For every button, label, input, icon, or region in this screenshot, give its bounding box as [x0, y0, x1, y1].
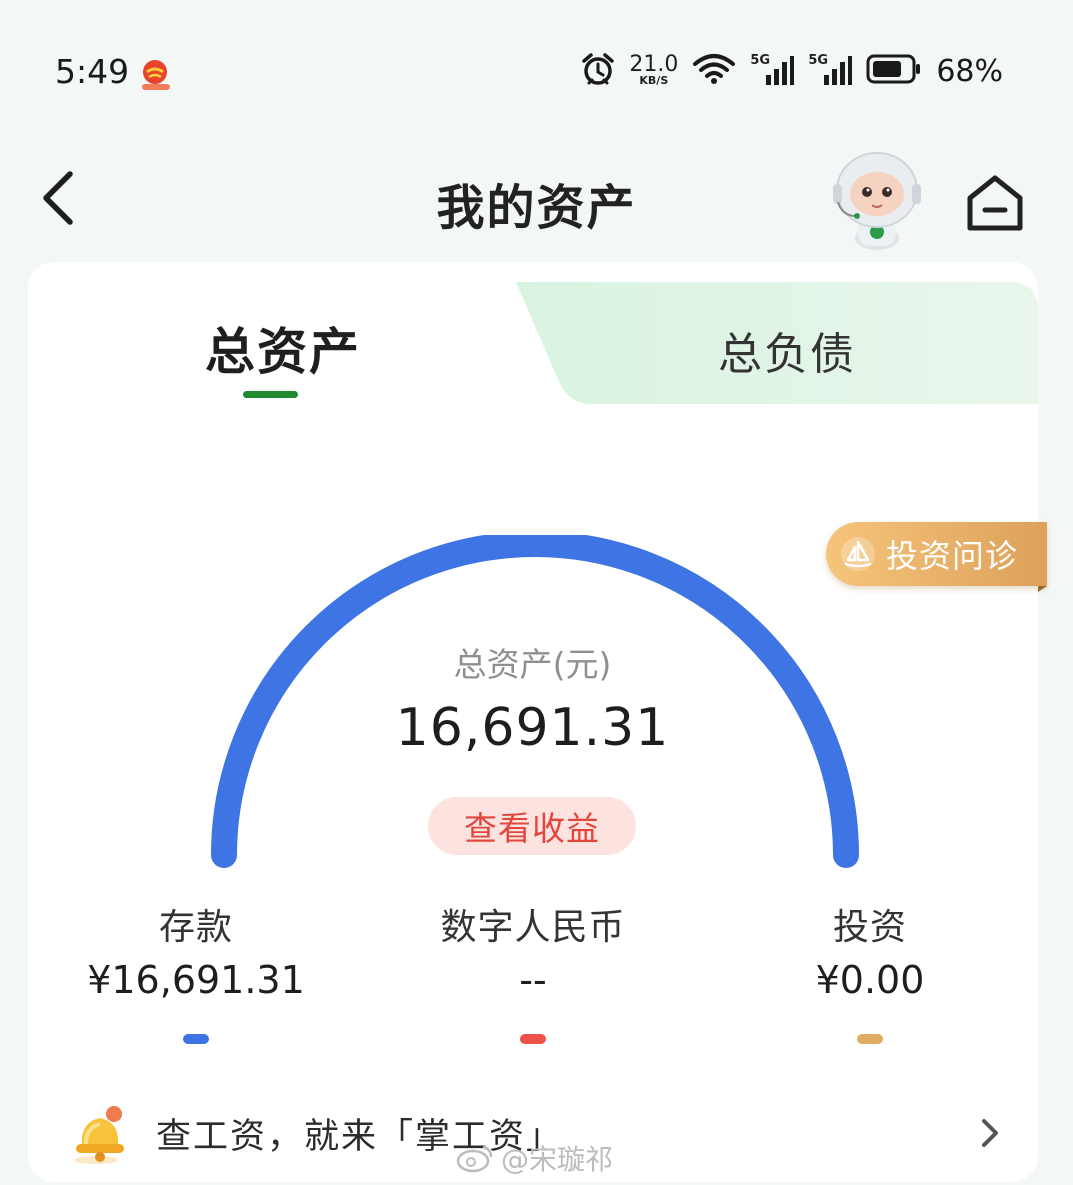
robot-assistant-icon[interactable] [830, 150, 924, 250]
category-value: ¥16,691.31 [87, 958, 305, 1002]
signal-5g-icon: 5G [750, 53, 795, 87]
battery-icon [866, 54, 922, 88]
app-notification-icon [138, 58, 174, 92]
active-tab-indicator [243, 391, 298, 398]
chevron-right-icon[interactable] [976, 1116, 1004, 1150]
category-color-dot [857, 1034, 883, 1044]
wifi-icon [692, 53, 736, 89]
category-label: 存款 [158, 907, 233, 948]
weibo-icon [456, 1145, 493, 1173]
battery-percentage: 68% [936, 53, 1003, 89]
tab-total-liabilities[interactable]: 总负债 [718, 318, 856, 382]
home-button[interactable] [962, 172, 1028, 234]
category-label: 投资 [832, 907, 907, 948]
category-label: 数字人民币 [440, 907, 626, 948]
total-assets-label: 总资产(元) [453, 645, 612, 684]
view-earnings-button[interactable]: 查看收益 [428, 797, 636, 855]
category-investment[interactable]: 投资 ¥0.00 [720, 898, 1020, 1044]
alarm-icon [581, 52, 615, 90]
watermark: @宋璇祁 [455, 1138, 613, 1178]
watermark-text: @宋璇祁 [501, 1143, 614, 1176]
total-assets-value: 16,691.31 [395, 698, 670, 758]
signal-5g-icon: 5G [808, 53, 853, 87]
badge-fold [1038, 586, 1047, 592]
bell-icon [70, 1102, 130, 1164]
category-value: -- [519, 958, 547, 1002]
category-value: ¥0.00 [815, 958, 925, 1002]
category-color-dot [520, 1034, 546, 1044]
status-indicators: 21.0 KB/S 5G 5G 68% [581, 52, 1003, 90]
status-time: 5:49 [55, 52, 130, 91]
category-color-dot [183, 1034, 209, 1044]
category-digital-rmb[interactable]: 数字人民币 -- [383, 898, 683, 1044]
category-deposit[interactable]: 存款 ¥16,691.31 [46, 898, 346, 1044]
investment-diagnosis-label: 投资问诊 [886, 537, 1019, 575]
home-icon [967, 175, 1023, 231]
network-speed: 21.0 KB/S [629, 52, 679, 87]
tab-total-assets[interactable]: 总资产 [205, 312, 361, 384]
